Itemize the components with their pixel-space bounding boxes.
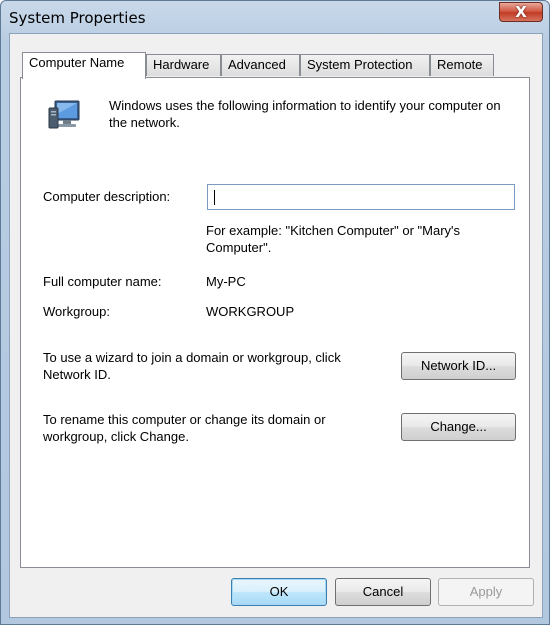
apply-button[interactable]: Apply [438, 578, 534, 606]
full-computer-name-label: Full computer name: [43, 274, 162, 289]
close-icon: X [515, 3, 527, 21]
ok-button[interactable]: OK [231, 578, 327, 606]
title-bar[interactable]: System Properties X [1, 1, 549, 35]
workgroup-value: WORKGROUP [206, 304, 295, 319]
info-text: Windows uses the following information t… [109, 98, 501, 130]
computer-network-icon [48, 100, 80, 129]
dialog-client-area: Computer Name Hardware Advanced System P… [9, 33, 543, 618]
window-title: System Properties [9, 9, 146, 27]
computer-description-label: Computer description: [43, 189, 171, 204]
tab-advanced[interactable]: Advanced [221, 54, 300, 76]
cancel-button[interactable]: Cancel [335, 578, 431, 606]
text-caret [214, 190, 215, 205]
system-properties-window: System Properties X Computer Name Hardwa… [0, 0, 550, 625]
change-instructions: To rename this computer or change its do… [43, 412, 326, 444]
change-button[interactable]: Change... [401, 413, 516, 441]
computer-description-input[interactable] [207, 184, 515, 210]
workgroup-label: Workgroup: [43, 304, 110, 319]
network-id-instructions: To use a wizard to join a domain or work… [43, 350, 341, 382]
network-id-button[interactable]: Network ID... [401, 352, 516, 380]
tab-remote[interactable]: Remote [430, 54, 494, 76]
tab-hardware[interactable]: Hardware [146, 54, 221, 76]
close-button[interactable]: X [499, 2, 543, 22]
computer-name-panel: Windows uses the following information t… [20, 77, 530, 568]
full-computer-name-value: My-PC [206, 274, 246, 289]
example-text: For example: "Kitchen Computer" or "Mary… [206, 223, 461, 255]
tab-computer-name[interactable]: Computer Name [22, 52, 146, 79]
tab-system-protection[interactable]: System Protection [300, 54, 430, 76]
